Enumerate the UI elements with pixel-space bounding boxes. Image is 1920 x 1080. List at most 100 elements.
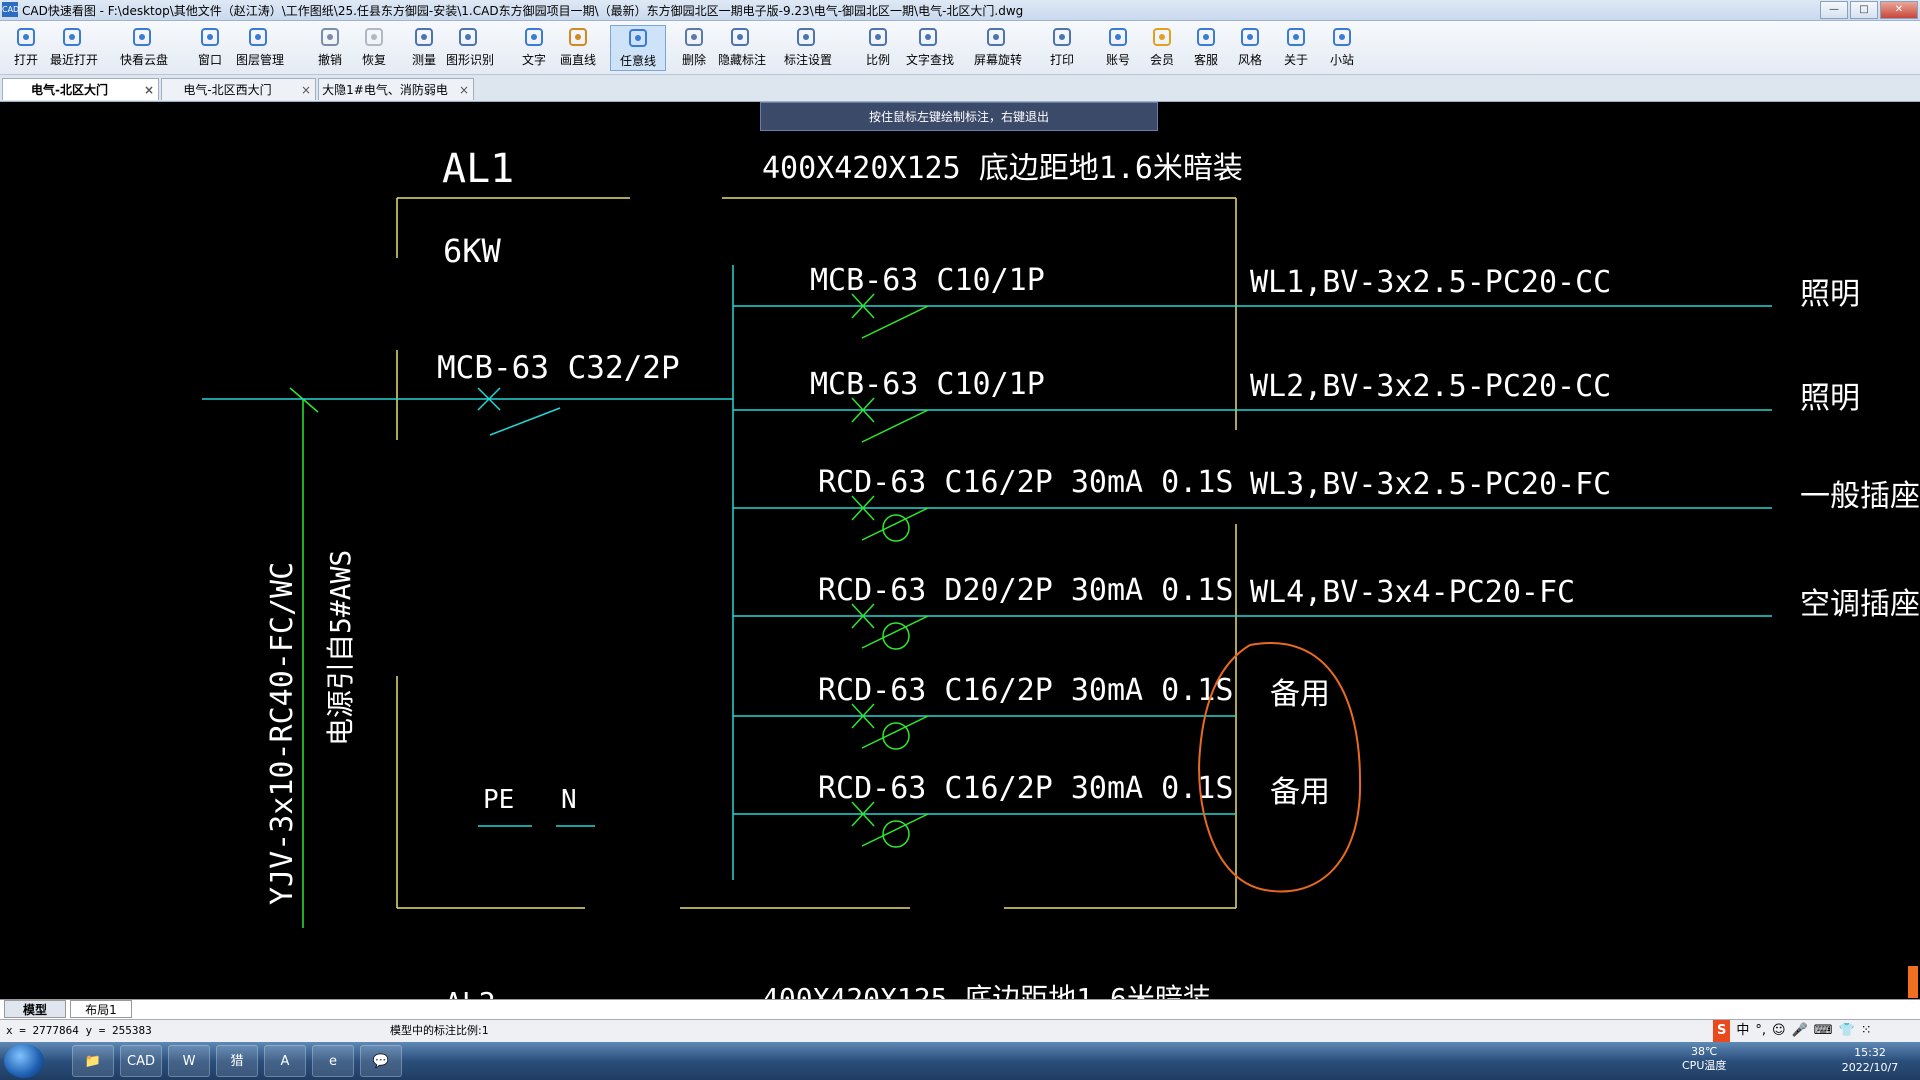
tab-label: 大隐1#电气、消防弱电 [322, 83, 448, 97]
toolbar-headset-button[interactable]: 客服 [1184, 25, 1228, 71]
taskbar-app-cad-viewer[interactable]: CAD [120, 1045, 162, 1077]
clock[interactable]: 15:32 2022/10/7 [1830, 1045, 1910, 1075]
tab-dianqi-beiqu-xidamen[interactable]: 电气-北区西大门 × [161, 78, 316, 100]
folder-open-icon [14, 25, 38, 49]
close-window-button[interactable]: ✕ [1880, 1, 1918, 19]
next-panel-text: AL2 [445, 986, 496, 999]
toolbar-button-label: 文字 [521, 53, 546, 67]
toolbar-layers-button[interactable]: 图层管理 [236, 25, 284, 71]
annotation-settings-icon [794, 25, 818, 49]
circuit-5: RCD-63 C16/2P 30mA 0.1S 备用 [733, 673, 1330, 750]
maximize-button[interactable]: □ [1850, 1, 1878, 19]
breaker-text: RCD-63 C16/2P 30mA 0.1S [818, 673, 1233, 708]
toolbar-text-button[interactable]: 文字 [512, 25, 556, 71]
toolbar-undo-button[interactable]: 撤销 [308, 25, 352, 71]
taskbar-app-browser[interactable]: 猎 [216, 1045, 258, 1077]
taskbar-app-wps[interactable]: W [168, 1045, 210, 1077]
tab-close-icon[interactable]: × [459, 79, 469, 101]
ime-tool-icon[interactable]: ⁙ [1861, 1020, 1872, 1042]
cpu-temp: 38℃ CPU温度 [1682, 1045, 1726, 1073]
tab-dianqi-beiqu-damen[interactable]: 电气-北区大门 × [2, 78, 159, 100]
toolbar-cloud-button[interactable]: 快看云盘 [120, 25, 168, 71]
panel-spec-text: 400X420X125 底边距地1.6米暗装 [762, 151, 1243, 186]
cable-text: WL1,BV-3x2.5-PC20-CC [1250, 265, 1611, 300]
history-icon [60, 25, 84, 49]
circuit-use-text: 备用 [1270, 775, 1330, 810]
sogou-ime-icon[interactable]: S [1713, 1020, 1731, 1042]
toolbar-redo-button[interactable]: 恢复 [352, 25, 396, 71]
layout-tab-layout1[interactable]: 布局1 [70, 1000, 132, 1018]
taskbar-app-text-app[interactable]: A [264, 1045, 306, 1077]
toolbar-rotate-button[interactable]: 屏幕旋转 [974, 25, 1023, 71]
toolbar-scale-button[interactable]: 比例 [856, 25, 900, 71]
breaker-text: MCB-63 C10/1P [810, 263, 1045, 298]
taskbar-app-ie[interactable]: e [312, 1045, 354, 1077]
toolbar-line-button[interactable]: 画直线 [556, 25, 600, 71]
toolbar-style-button[interactable]: 风格 [1228, 25, 1272, 71]
ime-tool-icon[interactable]: °, [1755, 1020, 1766, 1042]
main-toolbar: 打开 最近打开 快看云盘 窗口 图层管理 撤销 恢复 测量 图形识别 文字 画直线 任意线 删除 隐藏标注… [0, 21, 1920, 75]
breaker-text: RCD-63 D20/2P 30mA 0.1S [818, 573, 1233, 608]
redo-icon [362, 25, 386, 49]
tab-close-icon[interactable]: × [144, 79, 154, 101]
tab-close-icon[interactable]: × [301, 79, 311, 101]
toolbar-user-button[interactable]: 账号 [1096, 25, 1140, 71]
ime-tool-icon[interactable]: 🎤 [1792, 1020, 1808, 1042]
toolbar-folder-open-button[interactable]: 打开 [4, 25, 48, 71]
toolbar-annotation-settings-button[interactable]: 标注设置 [784, 25, 832, 71]
toolbar-text-search-button[interactable]: 文字查找 [906, 25, 954, 71]
feeder-source-text: 电源引自5#AWS [324, 550, 357, 746]
minimize-button[interactable]: — [1820, 1, 1848, 19]
toolbar-window-button[interactable]: 窗口 [188, 25, 232, 71]
layout-tab-model[interactable]: 模型 [4, 1000, 66, 1018]
toolbar-recognize-button[interactable]: 图形识别 [446, 25, 495, 71]
annotation-scale-text: 模型中的标注比例:1 [390, 1024, 489, 1037]
toolbar-info-button[interactable]: 关于 [1274, 25, 1318, 71]
taskbar-app-explorer[interactable]: 📁 [72, 1045, 114, 1077]
circuit-use-text: 空调插座 [1800, 587, 1920, 622]
feeder-cable-text: YJV-3x10-RC40-FC/WC [265, 562, 300, 905]
undo-icon [318, 25, 342, 49]
ime-tool-icon[interactable]: 中 [1736, 1020, 1749, 1042]
circuit-use-text: 照明 [1800, 381, 1860, 416]
toolbar-vip-button[interactable]: 会员 [1140, 25, 1184, 71]
text-icon [522, 25, 546, 49]
toolbar-history-button[interactable]: 最近打开 [50, 25, 99, 71]
breaker-contact [861, 715, 929, 749]
circuit-use-text: 一般插座 [1800, 479, 1920, 514]
toolbar-eye-hide-button[interactable]: 隐藏标注 [718, 25, 766, 71]
rotate-icon [984, 25, 1008, 49]
ime-tool-icon[interactable]: ☺ [1772, 1020, 1786, 1042]
drawing-canvas[interactable]: MCB-63 C10/1P WL1,BV-3x2.5-PC20-CC 照明 MCB-6… [0, 102, 1920, 999]
breaker-contact [861, 813, 929, 847]
next-panel-spec-text: 400X420X125 底边距地1.6米暗装 [762, 982, 1211, 999]
document-tab-bar: 电气-北区大门 × 电气-北区西大门 × 大隐1#电气、消防弱电 × [0, 75, 1920, 102]
tab-dayin-dianqi-xiaofang[interactable]: 大隐1#电气、消防弱电 × [318, 78, 474, 100]
eye-hide-icon [728, 25, 752, 49]
start-button[interactable] [4, 1044, 44, 1078]
toolbar-button-label: 撤销 [317, 53, 342, 67]
app-logo-icon: CAD [2, 2, 19, 17]
toolbar-freehand-button[interactable]: 任意线 [610, 25, 666, 71]
hint-banner: 按住鼠标左键绘制标注，右键退出 [760, 102, 1158, 131]
ime-tool-icon[interactable]: 👕 [1839, 1020, 1855, 1042]
toolbar-site-button[interactable]: 小站 [1320, 25, 1364, 71]
user-icon [1106, 25, 1130, 49]
toolbar-button-label: 比例 [865, 53, 890, 67]
toolbar-eraser-button[interactable]: 删除 [672, 25, 716, 71]
toolbar-button-label: 最近打开 [50, 53, 99, 67]
toolbar-button-label: 任意线 [619, 54, 656, 68]
layout-tab-bar: 模型 布局1 [0, 999, 1920, 1019]
toolbar-button-label: 图形识别 [446, 53, 495, 67]
toolbar-button-label: 打开 [13, 53, 38, 67]
ime-tool-icon[interactable]: ⌨ [1814, 1020, 1833, 1042]
toolbar-printer-button[interactable]: 打印 [1040, 25, 1084, 71]
toolbar-ruler-button[interactable]: 测量 [402, 25, 446, 71]
scrollbar-thumb[interactable] [1908, 966, 1918, 998]
circuit-use-text: 照明 [1800, 277, 1860, 312]
cpu-temp-label: CPU温度 [1682, 1059, 1727, 1072]
ruler-icon [412, 25, 436, 49]
taskbar-app-wechat[interactable]: 💬 [360, 1045, 402, 1077]
toolbar-button-label: 屏幕旋转 [974, 53, 1023, 67]
window-icon [198, 25, 222, 49]
